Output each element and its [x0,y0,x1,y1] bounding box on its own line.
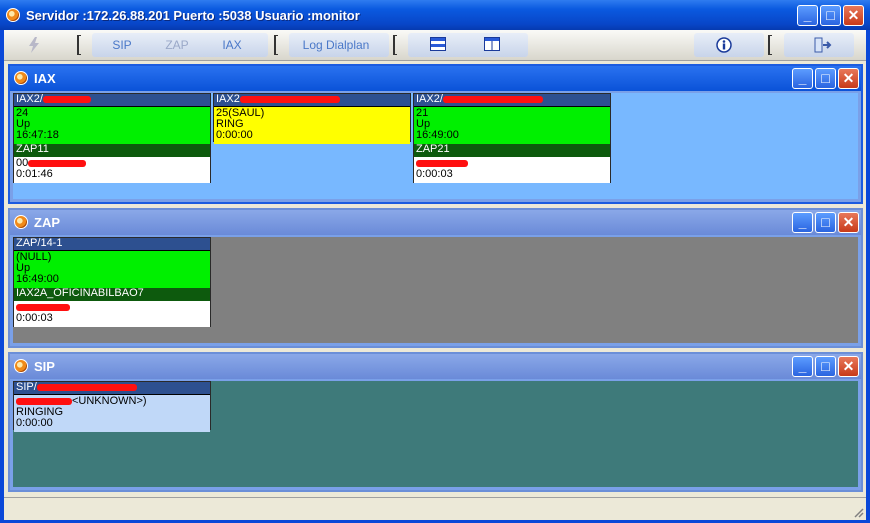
toolbar-separator [274,35,278,55]
horizontal-layout-icon[interactable] [430,37,446,53]
channel-card[interactable]: ZAP/14-1 (NULL) Up 16:49:00 IAX2A_OFICIN… [13,237,211,327]
link-status: 0:00:03 [414,157,610,183]
maximize-button[interactable]: □ [820,5,841,26]
channel-card[interactable]: IAX2/ 24 Up 16:47:18 ZAP11 00 0:01:46 [13,93,211,183]
log-dialplan-button[interactable]: Log Dialplan [300,37,372,53]
link-header: ZAP21 [414,144,610,157]
title-bar[interactable]: Servidor :172.26.88.201 Puerto :5038 Usu… [0,0,870,30]
panel-icon [14,359,28,373]
channel-card[interactable]: SIP/ <UNKNOWN>) RINGING 0:00:00 [13,381,211,432]
channel-status: <UNKNOWN>) RINGING 0:00:00 [14,395,210,432]
channel-header: ZAP/14-1 [14,238,210,251]
toolbar-separator [393,35,397,55]
iax-panel-title: IAX [34,71,56,86]
vertical-layout-icon[interactable] [484,37,500,53]
channel-header: IAX2 [214,94,410,107]
link-status: 0:00:03 [14,301,210,327]
sip-minimize-button[interactable]: _ [792,356,813,377]
iax-panel: IAX _ □ ✕ IAX2/ 24 Up 16:47:18 ZAP11 00 [8,64,863,204]
window-title: Servidor :172.26.88.201 Puerto :5038 Usu… [26,8,360,23]
zap-panel-body: ZAP/14-1 (NULL) Up 16:49:00 IAX2A_OFICIN… [13,237,858,343]
channel-status: (NULL) Up 16:49:00 [14,251,210,288]
bolt-icon[interactable] [26,37,42,53]
sip-close-button[interactable]: ✕ [838,356,859,377]
sip-button[interactable]: SIP [108,37,136,53]
zap-minimize-button[interactable]: _ [792,212,813,233]
channel-status: 24 Up 16:47:18 [14,107,210,144]
channel-card[interactable]: IAX2/ 21 Up 16:49:00 ZAP21 0:00:03 [413,93,611,183]
toolbar: SIP ZAP IAX Log Dialplan [4,30,866,61]
client-area: SIP ZAP IAX Log Dialplan IAX _ □ ✕ IAX2/… [4,30,866,520]
minimize-button[interactable]: _ [797,5,818,26]
iax-panel-body: IAX2/ 24 Up 16:47:18 ZAP11 00 0:01:46 IA… [13,93,858,199]
channel-card[interactable]: IAX2 25(SAUL) RING 0:00:00 [213,93,411,144]
channel-status: 25(SAUL) RING 0:00:00 [214,107,410,144]
sip-panel: SIP _ □ ✕ SIP/ <UNKNOWN>) RINGING 0:00:0… [8,352,863,492]
toolbar-separator [768,35,772,55]
close-button[interactable]: ✕ [843,5,864,26]
sip-panel-title: SIP [34,359,55,374]
link-status: 00 0:01:46 [14,157,210,183]
link-header: IAX2A_OFICINABILBAO7 [14,288,210,301]
zap-button[interactable]: ZAP [162,37,192,53]
zap-panel-titlebar[interactable]: ZAP _ □ ✕ [10,210,861,235]
iax-button[interactable]: IAX [218,37,246,53]
link-header: ZAP11 [14,144,210,157]
iax-close-button[interactable]: ✕ [838,68,859,89]
toolbar-separator [77,35,81,55]
sip-panel-body: SIP/ <UNKNOWN>) RINGING 0:00:00 [13,381,858,487]
zap-panel-title: ZAP [34,215,60,230]
channel-header: IAX2/ [414,94,610,107]
app-icon [6,8,20,22]
zap-maximize-button[interactable]: □ [815,212,836,233]
sip-panel-titlebar[interactable]: SIP _ □ ✕ [10,354,861,379]
exit-door-icon[interactable] [814,37,832,53]
info-icon[interactable] [716,37,732,53]
layout-button-group [408,33,528,57]
iax-maximize-button[interactable]: □ [815,68,836,89]
channel-header: IAX2/ [14,94,210,107]
channel-header: SIP/ [14,382,210,395]
panel-icon [14,215,28,229]
resize-grip-icon[interactable] [852,506,864,518]
sip-maximize-button[interactable]: □ [815,356,836,377]
main-window: Servidor :172.26.88.201 Puerto :5038 Usu… [0,0,870,523]
panel-icon [14,71,28,85]
zap-close-button[interactable]: ✕ [838,212,859,233]
iax-panel-titlebar[interactable]: IAX _ □ ✕ [10,66,861,91]
channel-status: 21 Up 16:49:00 [414,107,610,144]
status-bar [4,497,866,520]
zap-panel: ZAP _ □ ✕ ZAP/14-1 (NULL) Up 16:49:00 IA… [8,208,863,348]
iax-minimize-button[interactable]: _ [792,68,813,89]
